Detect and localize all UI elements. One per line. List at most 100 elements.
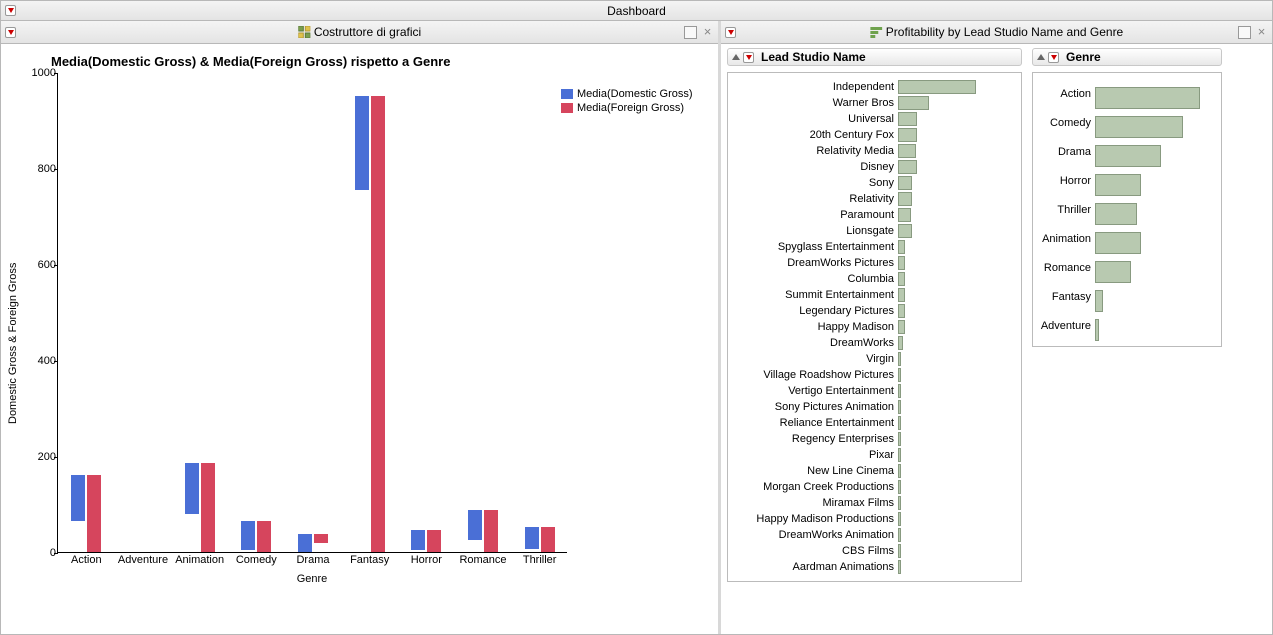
maximize-button[interactable]: [684, 26, 697, 39]
hbar[interactable]: [1095, 261, 1131, 283]
bar-domestic[interactable]: [525, 527, 539, 549]
y-tick-label: 200: [22, 451, 56, 463]
bar-foreign[interactable]: [314, 534, 328, 544]
hbar-row: Disney: [728, 159, 1015, 175]
hbar[interactable]: [1095, 87, 1200, 109]
close-button[interactable]: ×: [1255, 26, 1268, 39]
bar-foreign[interactable]: [201, 463, 215, 552]
hbar[interactable]: [898, 448, 901, 462]
hbar[interactable]: [898, 272, 905, 286]
hbar[interactable]: [898, 560, 901, 574]
hbar-label: Pixar: [728, 449, 898, 461]
x-tick-label: Animation: [175, 552, 224, 566]
hbar[interactable]: [898, 384, 901, 398]
bar-group: Horror: [398, 530, 454, 552]
bar-foreign[interactable]: [427, 530, 441, 552]
hbar[interactable]: [898, 528, 901, 542]
hbar[interactable]: [1095, 174, 1141, 196]
bar-domestic[interactable]: [355, 96, 369, 190]
hbar-row: Summit Entertainment: [728, 287, 1015, 303]
hbar[interactable]: [1095, 232, 1141, 254]
hbar-row: Drama: [1033, 137, 1215, 166]
bar-group: Romance: [455, 510, 511, 552]
hbar[interactable]: [898, 368, 901, 382]
bar-foreign[interactable]: [541, 527, 555, 552]
hbar[interactable]: [1095, 319, 1099, 341]
close-button[interactable]: ×: [701, 26, 714, 39]
sub-panel-header[interactable]: Lead Studio Name: [727, 48, 1022, 66]
hbar[interactable]: [898, 400, 901, 414]
hbar[interactable]: [898, 288, 905, 302]
hbar[interactable]: [898, 240, 905, 254]
hbar[interactable]: [898, 96, 929, 110]
hbar[interactable]: [898, 320, 905, 334]
hbar[interactable]: [1095, 116, 1183, 138]
dropdown-icon[interactable]: [743, 52, 754, 63]
hbar-row: DreamWorks Pictures: [728, 255, 1015, 271]
pane-profitability: Profitability by Lead Studio Name and Ge…: [721, 21, 1272, 634]
hbar-label: Summit Entertainment: [728, 289, 898, 301]
hbar-row: Thriller: [1033, 195, 1215, 224]
hbar[interactable]: [898, 208, 911, 222]
hbar-row: Sony: [728, 175, 1015, 191]
bar-domestic[interactable]: [468, 510, 482, 540]
bar-domestic[interactable]: [298, 534, 312, 552]
x-tick-label: Drama: [296, 552, 329, 566]
pane-header-right: Profitability by Lead Studio Name and Ge…: [721, 21, 1272, 44]
hbar[interactable]: [898, 256, 905, 270]
hbar[interactable]: [898, 304, 905, 318]
sub-panel-header[interactable]: Genre: [1032, 48, 1222, 66]
hbar[interactable]: [898, 480, 901, 494]
hbar-row: CBS Films: [728, 543, 1015, 559]
hbar[interactable]: [898, 192, 912, 206]
hbar[interactable]: [898, 416, 901, 430]
hbar[interactable]: [898, 160, 917, 174]
hbar[interactable]: [898, 176, 912, 190]
hbar-row: DreamWorks: [728, 335, 1015, 351]
bar-foreign[interactable]: [257, 521, 271, 552]
x-tick-label: Action: [71, 552, 102, 566]
hbar-label: Virgin: [728, 353, 898, 365]
y-tick-label: 1000: [22, 67, 56, 79]
dropdown-icon[interactable]: [5, 27, 16, 38]
hbar[interactable]: [898, 464, 901, 478]
hbar[interactable]: [1095, 290, 1103, 312]
bar-foreign[interactable]: [484, 510, 498, 552]
x-axis-label: Genre: [57, 573, 567, 585]
hbar[interactable]: [898, 144, 916, 158]
hbar[interactable]: [898, 496, 901, 510]
hbar-row: 20th Century Fox: [728, 127, 1015, 143]
dropdown-icon[interactable]: [5, 5, 16, 16]
hbar-row: Relativity Media: [728, 143, 1015, 159]
hbar[interactable]: [898, 512, 901, 526]
bar-domestic[interactable]: [411, 530, 425, 549]
hbar[interactable]: [898, 128, 917, 142]
legend-item[interactable]: Media(Foreign Gross): [561, 102, 693, 114]
chart-area: Media(Domestic Gross) & Media(Foreign Gr…: [1, 44, 718, 634]
hbar[interactable]: [1095, 145, 1161, 167]
hbar[interactable]: [898, 336, 903, 350]
hbar[interactable]: [898, 224, 912, 238]
bar-domestic[interactable]: [71, 475, 85, 521]
maximize-button[interactable]: [1238, 26, 1251, 39]
legend-item[interactable]: Media(Domestic Gross): [561, 88, 693, 100]
hbar[interactable]: [898, 352, 901, 366]
bar-foreign[interactable]: [371, 96, 385, 552]
hbar-row: Pixar: [728, 447, 1015, 463]
dropdown-icon[interactable]: [725, 27, 736, 38]
hbar[interactable]: [1095, 203, 1137, 225]
hbar[interactable]: [898, 432, 901, 446]
bar-domestic[interactable]: [185, 463, 199, 513]
hbar-label: Morgan Creek Productions: [728, 481, 898, 493]
hbar[interactable]: [898, 544, 901, 558]
hbar[interactable]: [898, 80, 976, 94]
legend-swatch-icon: [561, 89, 573, 99]
bar-foreign[interactable]: [87, 475, 101, 552]
dropdown-icon[interactable]: [1048, 52, 1059, 63]
hbar-row: DreamWorks Animation: [728, 527, 1015, 543]
bar-domestic[interactable]: [241, 521, 255, 550]
right-body: Lead Studio Name IndependentWarner BrosU…: [721, 44, 1272, 634]
hbar[interactable]: [898, 112, 917, 126]
bar-group: Action: [58, 475, 114, 552]
hbar-row: Columbia: [728, 271, 1015, 287]
